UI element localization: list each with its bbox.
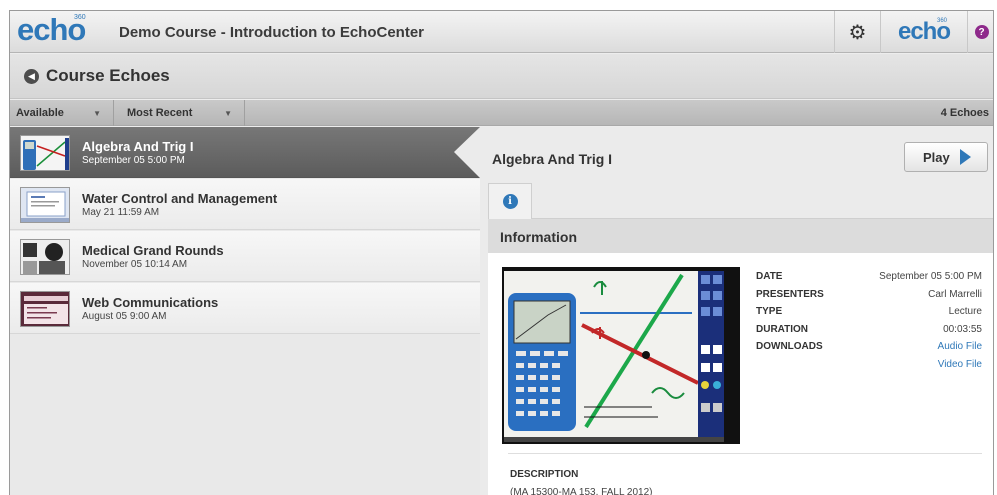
detail-title: Algebra And Trig I [492, 151, 613, 167]
meta-downloads-label: DOWNLOADS [756, 341, 823, 352]
echo-title: Algebra And Trig I [82, 139, 194, 154]
echo-list: Algebra And Trig I September 05 5:00 PM … [10, 127, 480, 495]
app-window: echo 360 Demo Course - Introduction to E… [9, 10, 994, 495]
play-icon [959, 149, 971, 165]
meta-duration-row: DURATION 00:03:55 [756, 324, 982, 342]
echo-count: 4 Echoes [940, 107, 989, 119]
meta-type-label: TYPE [756, 306, 783, 317]
info-icon: i [502, 194, 518, 209]
divider [508, 453, 982, 454]
list-item[interactable]: Water Control and Management May 21 11:5… [10, 179, 480, 230]
description-label: DESCRIPTION [510, 469, 579, 480]
video-preview[interactable] [502, 267, 740, 444]
help-button[interactable]: ? [967, 11, 993, 53]
echo-thumbnail [20, 187, 70, 223]
meta-date-row: DATE September 05 5:00 PM [756, 271, 982, 289]
top-header: echo 360 Demo Course - Introduction to E… [10, 11, 993, 53]
echo-title: Water Control and Management [82, 191, 278, 206]
meta-duration-value: 00:03:55 [943, 323, 982, 335]
section-title: Course Echoes [46, 66, 170, 85]
list-item[interactable]: Medical Grand Rounds November 05 10:14 A… [10, 231, 480, 282]
echo-thumbnail [20, 135, 70, 171]
filter-bar: Available ▼ Most Recent ▼ 4 Echoes [10, 100, 993, 126]
chevron-down-icon: ▼ [224, 108, 232, 118]
section-header: ◀ Course Echoes [10, 54, 993, 99]
echo-date: May 21 11:59 AM [82, 207, 160, 218]
list-item[interactable]: Web Communications August 05 9:00 AM [10, 283, 480, 334]
echo-date: November 05 10:14 AM [82, 259, 188, 270]
sort-label: Most Recent [127, 107, 193, 119]
availability-dropdown[interactable]: Available ▼ [16, 100, 114, 126]
echo-metadata: DATE September 05 5:00 PM PRESENTERS Car… [756, 271, 982, 376]
selection-pointer [454, 127, 480, 178]
echo-brand[interactable]: echo 360 [880, 11, 967, 53]
information-heading: Information [500, 229, 577, 245]
meta-type-value: Lecture [948, 306, 982, 317]
video-file-link[interactable]: Video File [938, 359, 982, 370]
meta-type-row: TYPE Lecture [756, 306, 982, 324]
information-body: DATE September 05 5:00 PM PRESENTERS Car… [488, 253, 993, 495]
tab-information[interactable]: i [488, 183, 532, 219]
echo-detail-panel: Algebra And Trig I Play i Information DA… [480, 127, 993, 495]
play-button[interactable]: Play [904, 142, 988, 172]
echo-title: Medical Grand Rounds [82, 243, 224, 258]
settings-button[interactable]: ⚙ [834, 11, 880, 53]
echo-thumbnail [20, 239, 70, 275]
play-label: Play [923, 149, 950, 165]
echo-date: August 05 9:00 AM [82, 311, 167, 322]
header-actions: ⚙ echo 360 ? [834, 11, 993, 53]
meta-presenters-row: PRESENTERS Carl Marrelli [756, 289, 982, 307]
gear-icon: ⚙ [848, 21, 867, 44]
chevron-down-icon: ▼ [93, 108, 101, 118]
back-arrow-icon[interactable]: ◀ [24, 69, 39, 84]
detail-tabs: i [488, 183, 993, 219]
echo360-logo[interactable]: echo 360 [17, 13, 99, 49]
meta-date-value: September 05 5:00 PM [879, 271, 982, 282]
course-title: Demo Course - Introduction to EchoCenter [119, 24, 425, 41]
meta-date-label: DATE [756, 271, 783, 282]
echo-date: September 05 5:00 PM [82, 155, 185, 166]
meta-presenters-label: PRESENTERS [756, 288, 824, 300]
meta-duration-label: DURATION [756, 323, 809, 335]
brand-superscript: 360 [937, 18, 948, 24]
echo-thumbnail [20, 291, 70, 327]
audio-file-link[interactable]: Audio File [938, 341, 982, 352]
meta-downloads-row: DOWNLOADS Audio File [756, 341, 982, 359]
meta-video-row: Video File [756, 359, 982, 377]
description-value: (MA 15300-MA 153, FALL 2012) [510, 487, 653, 495]
list-item[interactable]: Algebra And Trig I September 05 5:00 PM [10, 127, 480, 178]
logo-superscript: 360 [74, 14, 86, 21]
meta-presenters-value: Carl Marrelli [928, 288, 982, 300]
sort-dropdown[interactable]: Most Recent ▼ [115, 100, 245, 126]
availability-label: Available [16, 107, 64, 119]
help-icon: ? [974, 25, 989, 39]
information-header: Information [488, 219, 993, 253]
echo-title: Web Communications [82, 295, 219, 310]
